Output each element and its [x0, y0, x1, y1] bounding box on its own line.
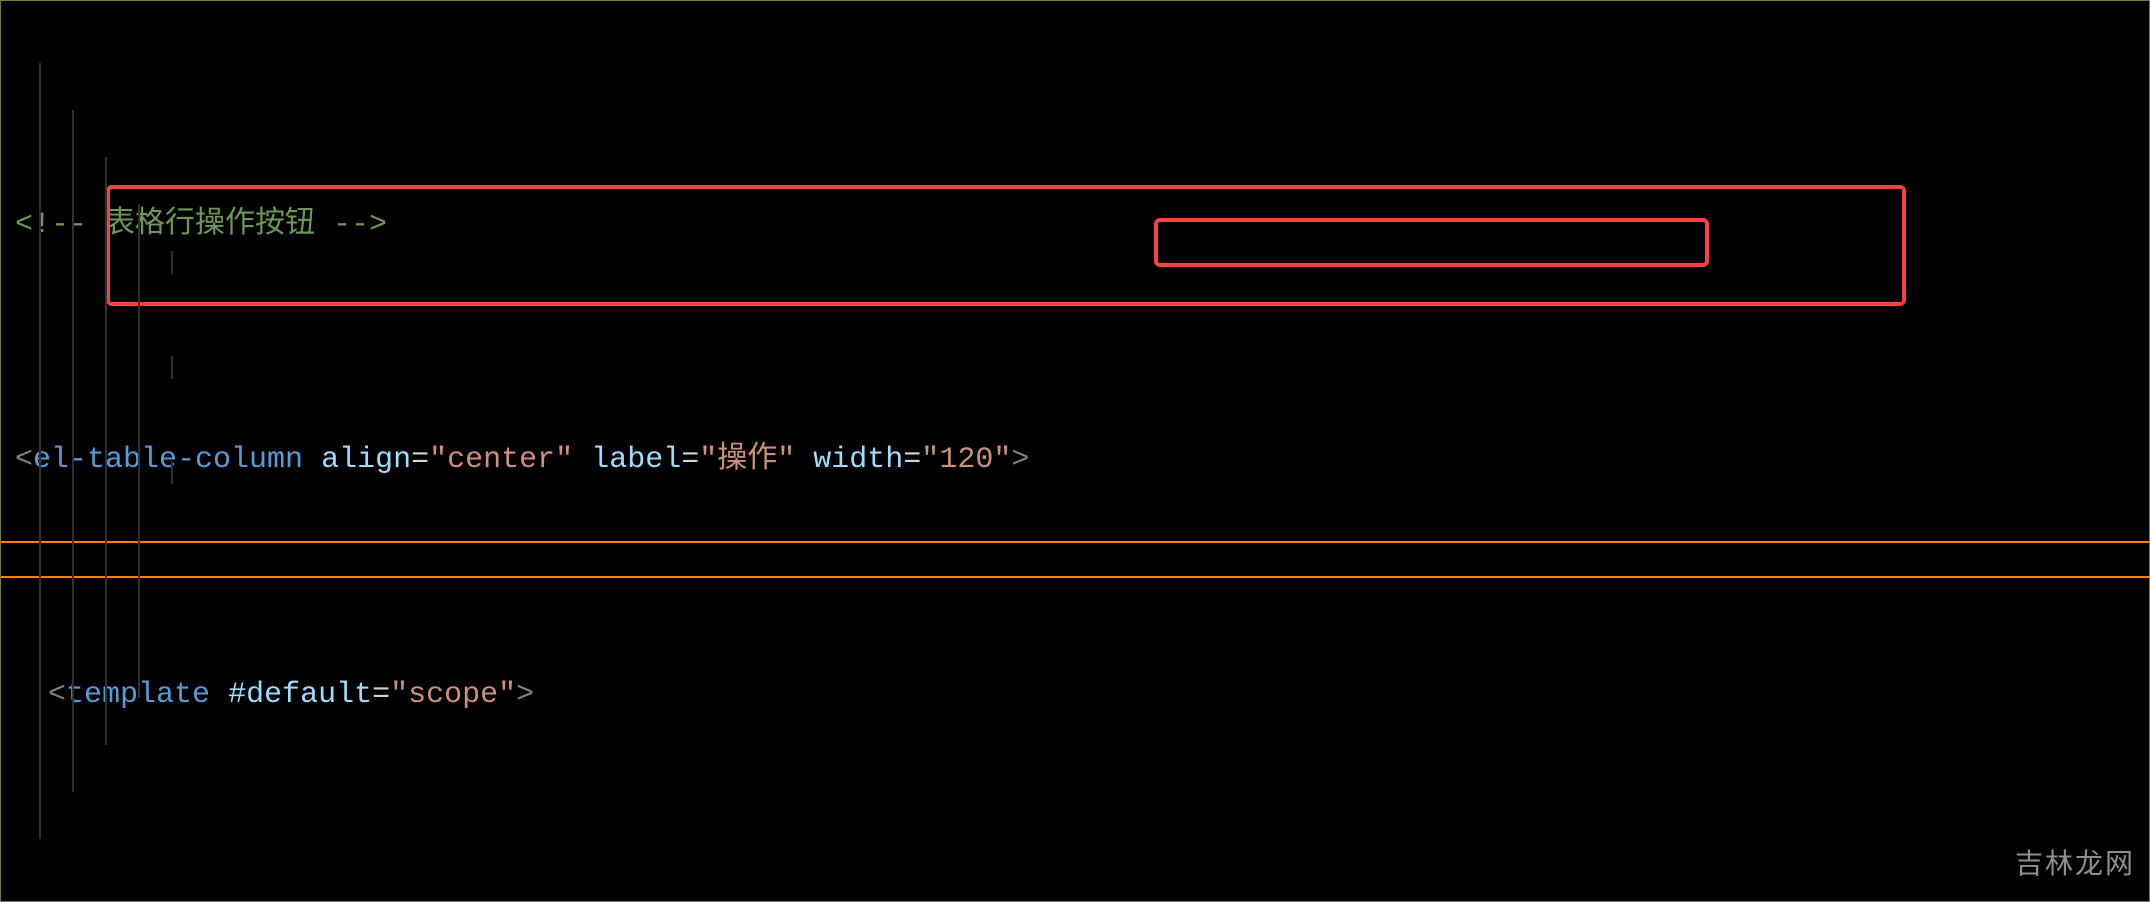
watermark: 吉林龙网	[2015, 840, 2135, 887]
code-line: <el-table-column align="center" label="操…	[15, 437, 2149, 484]
code-line: <!-- 表格行操作按钮 -->	[15, 202, 2149, 249]
annotation-rule	[1, 576, 2150, 578]
indent-guide	[171, 356, 173, 379]
annotation-rule	[1, 541, 2150, 543]
code-line: <template #default="scope">	[15, 672, 2149, 719]
indent-guide	[171, 251, 173, 274]
code-editor[interactable]: <!-- 表格行操作按钮 --> <el-table-column align=…	[0, 0, 2150, 902]
